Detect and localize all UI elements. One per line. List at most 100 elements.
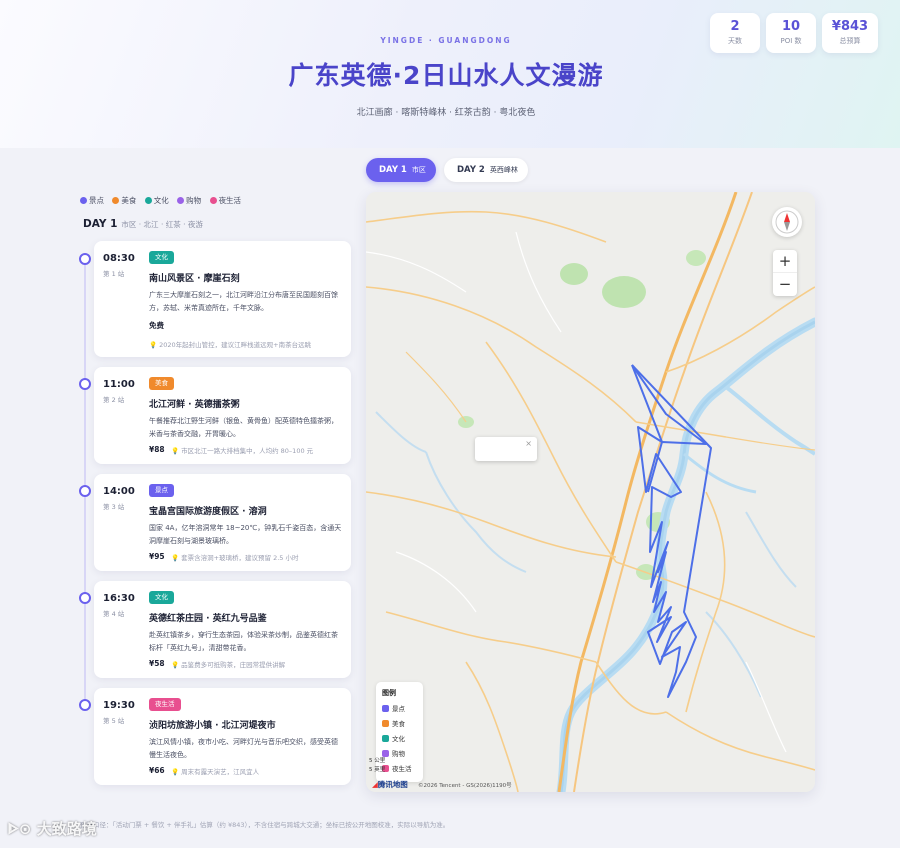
map-brand[interactable]: ◢腾讯地图 [372,779,408,790]
lightbulb-icon: 💡 [171,768,180,776]
legend-label: 夜生活 [392,765,412,773]
map-info-popup: × [475,437,537,461]
legend-dot [144,197,152,204]
zoom-out-button[interactable]: − [773,273,797,296]
day-subtitle: 市区 · 北江 · 红茶 · 夜游 [121,220,203,229]
map-legend-item: 景点 [382,703,423,718]
stop-tip: 💡 市区北江一路大排档集中，人均约 80–100 元 [171,445,313,455]
stop-tip: 💡 品鉴费多可抵购茶，庄园常提供讲解 [171,659,285,669]
timeline-line [84,258,86,708]
legend-label: 景点 [392,705,405,713]
lightbulb-icon: 💡 [171,447,180,455]
watermark: ᐈ⊙ 大致路境 [8,818,97,839]
tab-day-2[interactable]: DAY 2 英西峰林 [444,158,528,182]
stop-card[interactable]: 16:30 第 4 站 文化 英德红茶庄园 · 英红九号品鉴 赴英红镇茶乡，穿行… [94,581,351,678]
stop-card[interactable]: 19:30 第 5 站 夜生活 浈阳坊旅游小镇 · 北江河堤夜市 滨江风情小镇，… [94,688,351,785]
scale-km: 5 公里 [369,758,386,764]
legend-item: 夜生活 [209,195,241,206]
legend-item: 购物 [177,195,201,206]
stop-tip-text: 周末有露天演艺，江风宜人 [181,768,260,776]
tab-day-1[interactable]: DAY 1 市区 [366,158,436,182]
stop-title: 宝晶宫国际旅游度假区 · 溶洞 [149,507,267,517]
budget-footnote: 预算口径：「活动门票 + 餐饮 + 伴手礼」估算（约 ¥843），不含住宿与跨城… [80,821,450,829]
legend-item: 文化 [144,195,169,206]
stat-value: 10 [781,19,801,34]
stop-tip-text: 品鉴费多可抵购茶，庄园常提供讲解 [181,661,286,669]
stop-index: 第 2 站 [103,396,125,404]
map-legend-title: 图例 [382,689,396,697]
stat-value: ¥843 [831,19,869,34]
lightbulb-icon: 💡 [171,661,180,669]
legend-label: 景点 [89,196,104,205]
map-legend-item: 购物 [382,748,423,763]
stop-title: 北江河鲜 · 英德擂茶粥 [149,400,240,410]
stop-index: 第 4 站 [103,610,125,618]
day-heading: DAY 1 市区 · 北江 · 红茶 · 夜游 [83,218,203,230]
stop-tip: 💡 周末有露天演艺，江风宜人 [171,766,259,776]
stop-card[interactable]: 14:00 第 3 站 景点 宝晶宫国际旅游度假区 · 溶洞 国家 4A，亿年溶… [94,474,351,571]
timeline-node [79,592,91,604]
stop-price: ¥95 [149,552,165,561]
route-map[interactable]: + − × 图例 景点 美食 文化 购物 夜生活 5 公里 5 英里 ◢腾讯地图… [366,192,815,792]
stat-poi: 10 POI 数 [766,13,816,53]
stop-description: 滨江风情小镇，夜市小吃、河畔灯光与音乐吧交织，感受英德慢生活夜色。 [149,738,338,759]
stop-title: 浈阳坊旅游小镇 · 北江河堤夜市 [149,721,276,731]
stop-tip: 💡 2020年起封山管控，建议江畔栈道远观+南茶台远眺 [149,339,311,349]
stop-tip-text: 2020年起封山管控，建议江畔栈道远观+南茶台远眺 [159,341,312,349]
watermark-text: 大致路境 [36,820,97,838]
stat-budget: ¥843 总预算 [822,13,878,53]
category-badge: 夜生活 [149,698,181,711]
stop-time: 11:00 [103,379,135,390]
close-icon[interactable]: × [525,439,532,448]
timeline-node [79,253,91,265]
stop-card[interactable]: 08:30 第 1 站 文化 南山风景区 · 摩崖石刻 广东三大摩崖石刻之一，北… [94,241,351,357]
stop-price: ¥58 [149,659,165,668]
compass-icon[interactable] [772,207,802,237]
stat-label: 总预算 [839,37,861,45]
legend-dot [112,197,120,204]
map-tiles[interactable] [366,192,815,792]
stop-price: ¥88 [149,445,165,454]
map-scale: 5 公里 5 英里 [369,757,385,775]
stop-description: 广东三大摩崖石刻之一，北江河畔沿江分布唐至民国题刻百馀方，苏轼、米芾真迹所在，千… [149,291,338,312]
tab-sublabel: 市区 [411,166,426,174]
stat-label: POI 数 [780,37,802,45]
stop-description: 国家 4A，亿年溶洞常年 18~20℃，钟乳石千姿百态，含通天洞摩崖石刻与湖景玻… [149,524,342,545]
legend-swatch [382,720,389,727]
map-legend-item: 夜生活 [382,763,423,778]
legend-item: 美食 [112,195,136,206]
category-badge: 文化 [149,591,174,604]
zoom-in-button[interactable]: + [773,250,797,273]
tab-label: DAY 1 [379,165,407,175]
stop-description: 午餐推荐北江野生河鲜（银鱼、黄骨鱼）配英德特色擂茶粥，米香与茶香交融，开胃暖心。 [149,417,338,438]
stop-title: 英德红茶庄园 · 英红九号品鉴 [149,614,267,624]
map-legend-item: 美食 [382,718,423,733]
stop-time: 08:30 [103,253,135,264]
stop-time: 16:30 [103,593,135,604]
zoom-control: + − [773,250,797,296]
stop-tip-text: 套票含溶洞+玻璃桥，建议预留 2.5 小时 [181,554,299,562]
legend-label: 购物 [392,750,405,758]
tab-sublabel: 英西峰林 [489,166,518,174]
timeline-node [79,378,91,390]
category-badge: 美食 [149,377,174,390]
category-badge: 文化 [149,251,174,264]
stat-label: 天数 [728,37,742,45]
legend-swatch [382,735,389,742]
legend-label: 购物 [186,196,202,205]
stop-price: ¥66 [149,766,165,775]
stat-days: 2 天数 [710,13,760,53]
watermark-logo-icon: ᐈ⊙ [8,820,32,838]
map-legend-item: 文化 [382,733,423,748]
day-title: DAY 1 [83,218,118,230]
stop-tip: 💡 套票含溶洞+玻璃桥，建议预留 2.5 小时 [171,552,299,562]
legend-swatch [382,750,389,757]
stop-index: 第 1 站 [103,270,125,278]
timeline-node [79,699,91,711]
stop-description: 赴英红镇茶乡，穿行生态茶园，体验采茶炒制，品鉴英德红茶标杆「英红九号」，清甜带花… [149,631,338,652]
stop-card[interactable]: 11:00 第 2 站 美食 北江河鲜 · 英德擂茶粥 午餐推荐北江野生河鲜（银… [94,367,351,464]
page-title: 广东英德·2日山水人文漫游 [288,61,604,90]
stop-time: 19:30 [103,700,135,711]
legend-dot [80,197,87,204]
stop-price: 免费 [149,321,164,330]
